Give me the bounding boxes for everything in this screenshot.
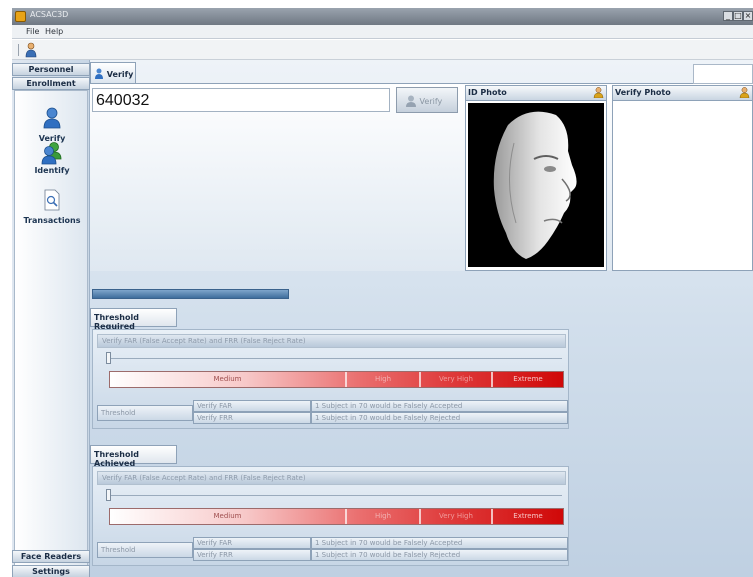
scale-medium: Medium <box>213 375 242 383</box>
sidebar-header-face-readers[interactable]: Face Readers <box>12 550 90 563</box>
threshold-required-scale: Medium High Very High Extreme <box>109 371 564 388</box>
document-search-icon <box>44 189 60 211</box>
verify-button-label: Verify <box>419 97 443 106</box>
tab-label: Verify <box>106 70 134 79</box>
id-input[interactable]: 640032 <box>92 88 390 112</box>
threshold-required-panel: Verify FAR (False Accept Rate) and FRR (… <box>92 329 569 429</box>
verify-far-value: 1 Subject in 70 would be Falsely Accepte… <box>311 400 568 412</box>
threshold-label: Threshold <box>97 542 193 558</box>
threshold-achieved-slider-thumb[interactable] <box>106 489 111 501</box>
app-icon <box>15 11 26 22</box>
sidebar-item-verify[interactable]: Verify <box>15 107 89 143</box>
minimize-button[interactable]: _ <box>723 11 733 21</box>
verify-far-value: 1 Subject in 70 would be Falsely Accepte… <box>311 537 568 549</box>
scale-high: High <box>374 375 392 383</box>
scale-medium: Medium <box>213 512 242 520</box>
id-photo-header: ID Photo <box>466 86 606 101</box>
threshold-achieved-scale: Medium High Very High Extreme <box>109 508 564 525</box>
threshold-required-slider-thumb[interactable] <box>106 352 111 364</box>
sidebar-header-settings[interactable]: Settings <box>12 565 90 577</box>
threshold-required-slider-label: Verify FAR (False Accept Rate) and FRR (… <box>97 334 566 348</box>
person-icon <box>406 95 416 107</box>
person-icon[interactable] <box>739 87 750 98</box>
sidebar-item-label: Identify <box>34 166 70 175</box>
sidebar-item-label: Transactions <box>23 216 81 225</box>
threshold-achieved-slider-track[interactable] <box>107 495 562 496</box>
verify-frr-value: 1 Subject in 70 would be Falsely Rejecte… <box>311 549 568 561</box>
threshold-achieved-slider-label: Verify FAR (False Accept Rate) and FRR (… <box>97 471 566 485</box>
scale-high: High <box>374 512 392 520</box>
threshold-required-slider-track[interactable] <box>107 358 562 359</box>
main-area: Verify 640032 Verify ID Photo Verify Pho… <box>90 60 753 577</box>
scale-extreme: Extreme <box>513 375 543 383</box>
person-icon[interactable] <box>593 87 604 98</box>
sidebar-item-identify[interactable]: Identify <box>15 141 89 175</box>
menu-bar: File Help <box>12 25 753 39</box>
title-bar: ACSAC3D _ □ × <box>12 8 753 25</box>
menu-help[interactable]: Help <box>45 27 63 36</box>
sidebar: Personnel Enrollment Station Verify Iden… <box>12 60 90 577</box>
toolbar <box>12 40 753 60</box>
scale-very-high: Very High <box>439 512 473 520</box>
id-photo-panel: ID Photo <box>465 85 607 271</box>
sidebar-content: Verify Identify Transactions <box>14 90 88 577</box>
verify-frr-label: Verify FRR <box>193 549 311 561</box>
scale-very-high: Very High <box>439 375 473 383</box>
verify-frr-label: Verify FRR <box>193 412 311 424</box>
threshold-label: Threshold <box>97 405 193 421</box>
verify-photo-label: Verify Photo <box>615 88 671 97</box>
sidebar-header-enrollment-station[interactable]: Enrollment Station <box>12 77 90 99</box>
person-icon[interactable] <box>24 42 38 58</box>
verify-photo-header: Verify Photo <box>613 86 752 101</box>
tab-threshold-required[interactable]: Threshold Required <box>90 308 177 331</box>
threshold-achieved-panel: Verify FAR (False Accept Rate) and FRR (… <box>92 466 569 566</box>
tab-threshold-achieved[interactable]: Threshold Achieved <box>90 445 177 468</box>
verify-button[interactable]: Verify <box>396 87 458 113</box>
sidebar-item-transactions[interactable]: Transactions <box>15 189 89 225</box>
person-icon <box>43 107 61 129</box>
id-photo-label: ID Photo <box>468 88 507 97</box>
top-right-field[interactable] <box>693 64 753 84</box>
users-icon <box>41 142 62 165</box>
maximize-button[interactable]: □ <box>733 11 743 21</box>
verify-far-label: Verify FAR <box>193 537 311 549</box>
verify-frr-value: 1 Subject in 70 would be Falsely Rejecte… <box>311 412 568 424</box>
verify-far-label: Verify FAR <box>193 400 311 412</box>
window-title: ACSAC3D <box>30 10 69 19</box>
close-button[interactable]: × <box>743 11 753 21</box>
id-photo-image <box>468 103 604 267</box>
tab-verify[interactable]: Verify <box>90 62 136 83</box>
verify-photo-panel: Verify Photo <box>612 85 753 271</box>
progress-bar <box>92 289 289 299</box>
menu-file[interactable]: File <box>26 27 39 36</box>
sidebar-header-personnel[interactable]: Personnel <box>12 63 90 76</box>
person-icon <box>95 68 103 79</box>
face-model-image <box>493 111 577 260</box>
toolbar-separator <box>18 44 19 56</box>
scale-extreme: Extreme <box>513 512 543 520</box>
